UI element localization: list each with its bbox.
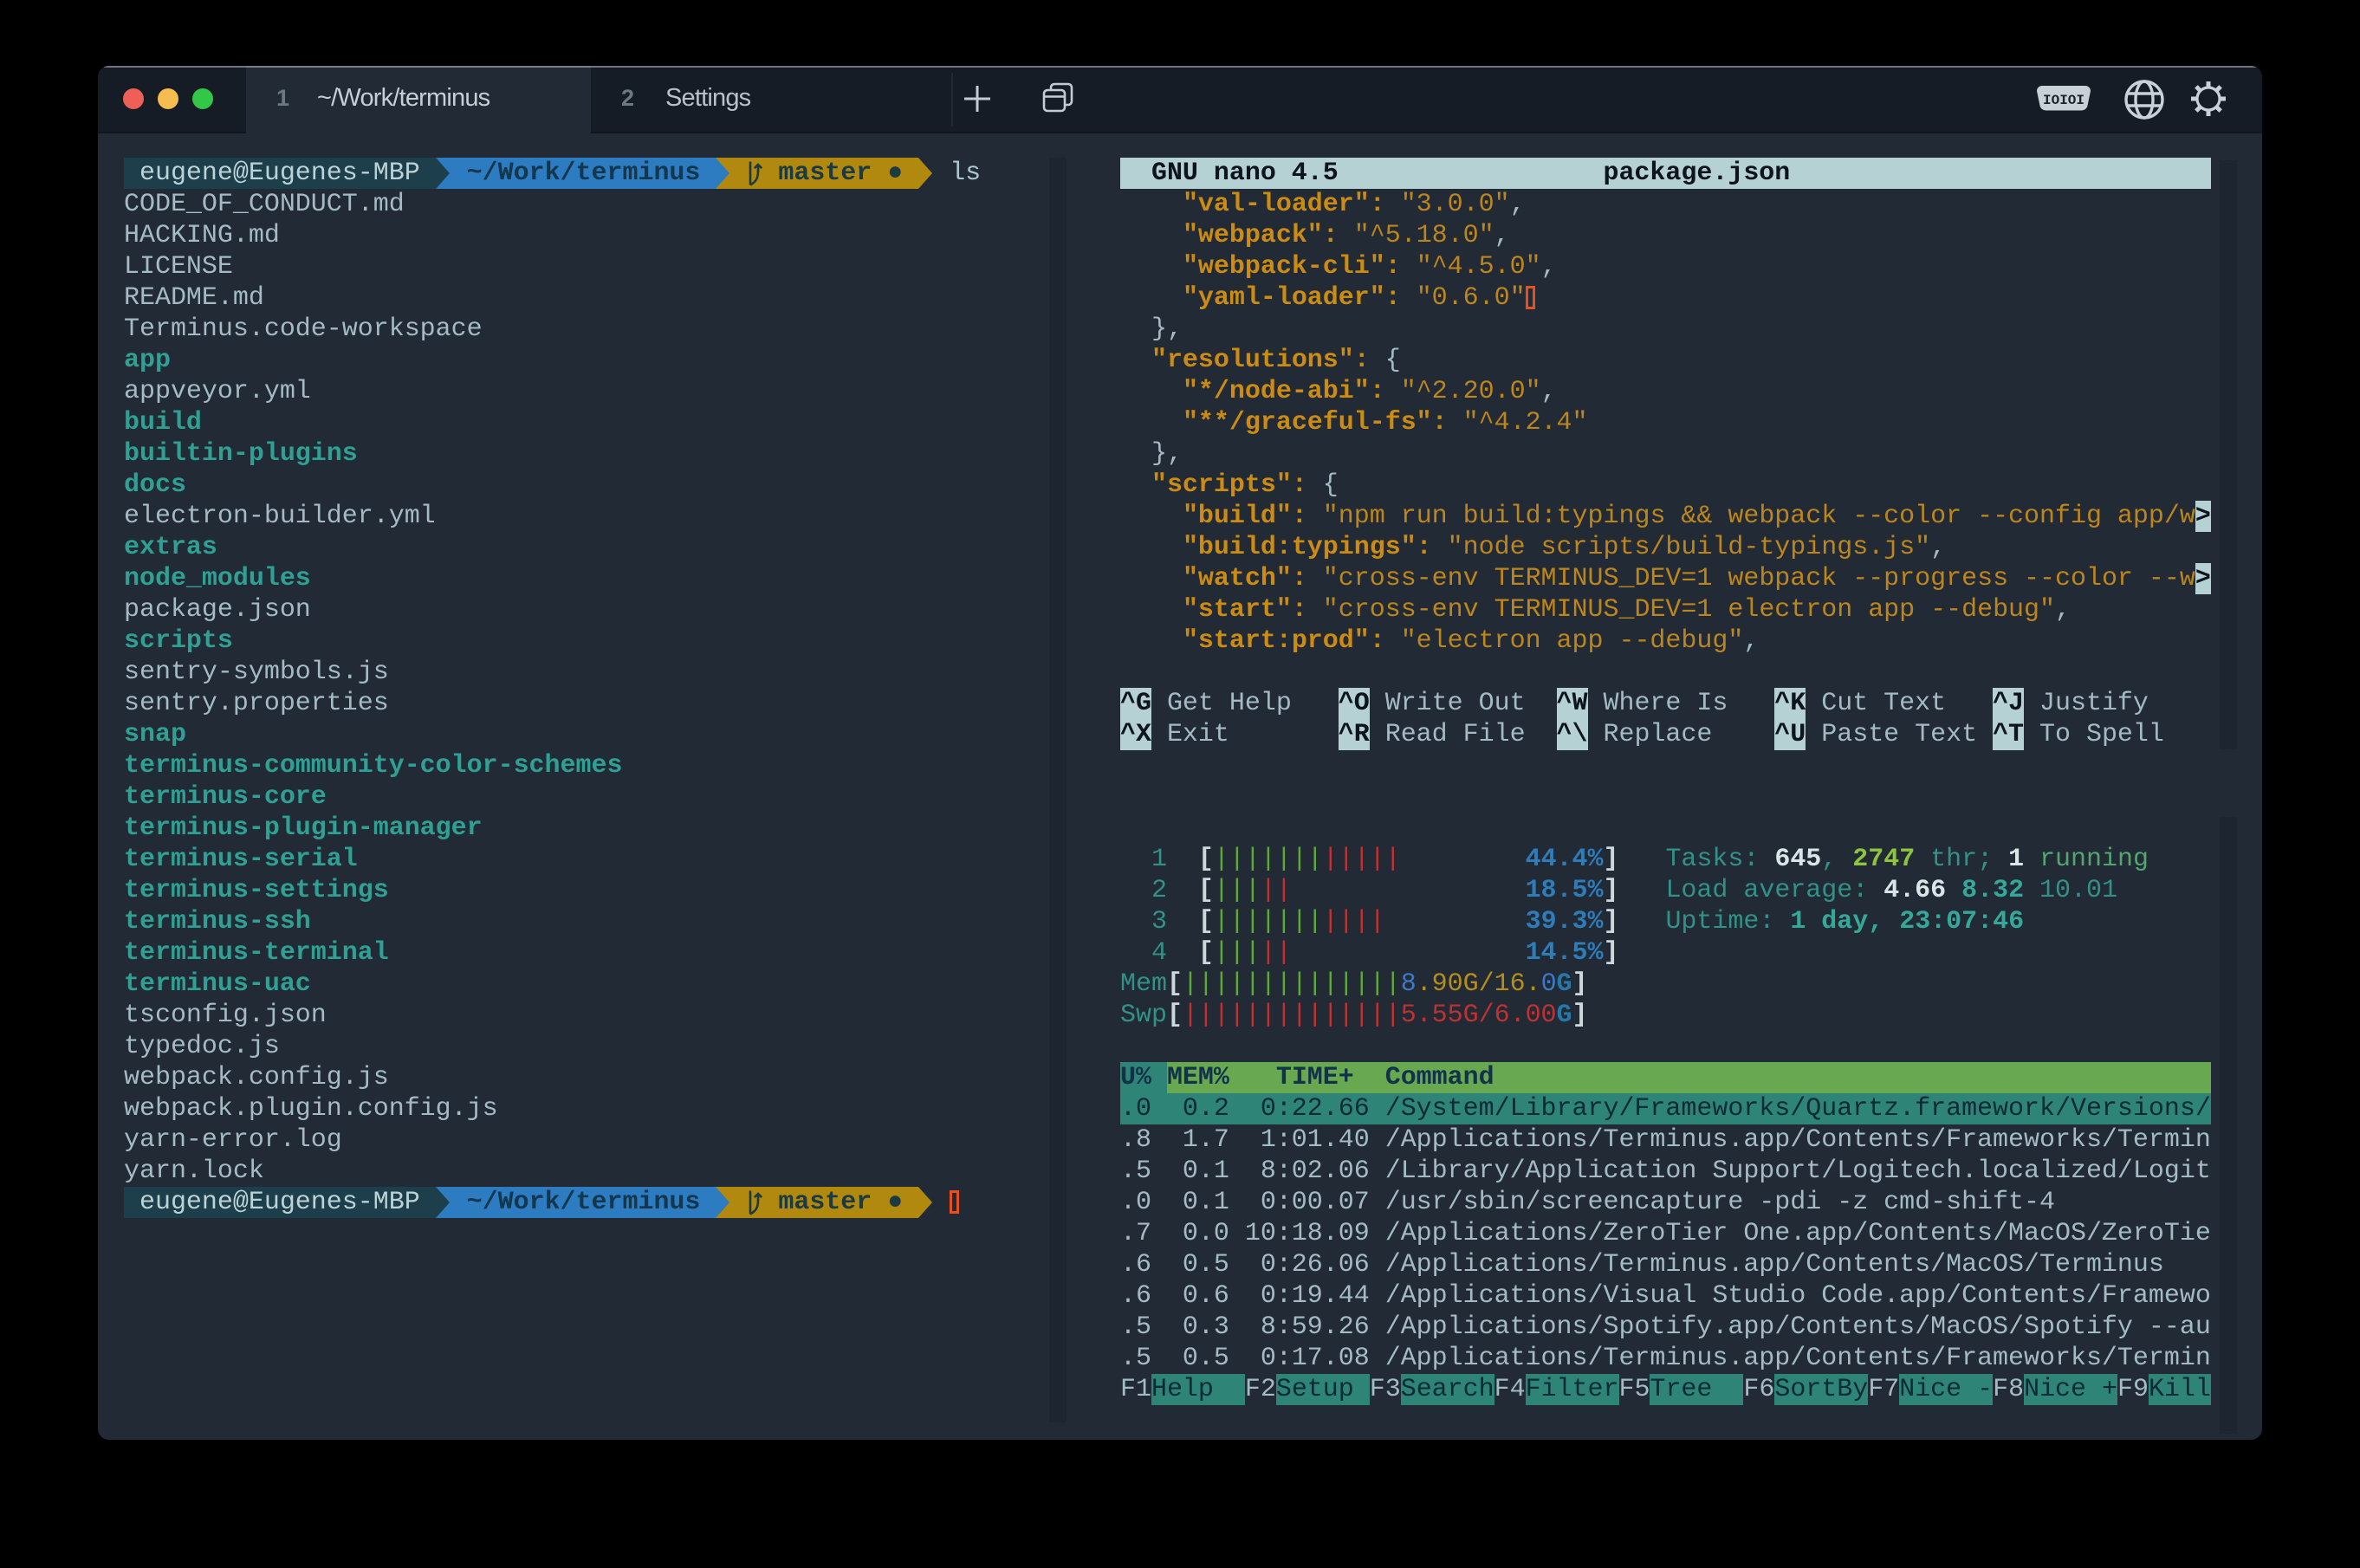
svg-text:IOIOI: IOIOI: [2043, 93, 2084, 108]
